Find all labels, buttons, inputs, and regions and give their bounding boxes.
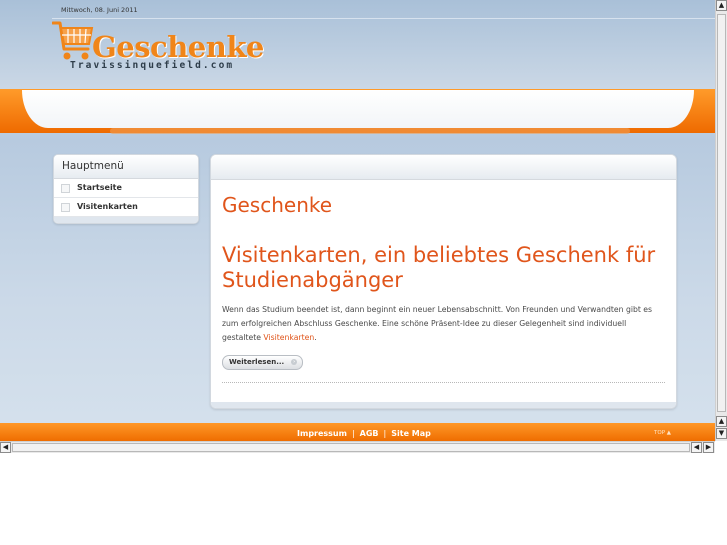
shopping-cart-icon[interactable] bbox=[52, 19, 96, 63]
article-body: Wenn das Studium beendet ist, dann begin… bbox=[222, 303, 667, 345]
read-more-button[interactable]: Weiterlesen... › bbox=[222, 355, 304, 370]
read-more-label: Weiterlesen... bbox=[229, 358, 285, 366]
footer-nav: Impressum | AGB | Site Map bbox=[297, 429, 431, 438]
footer-link-sitemap[interactable]: Site Map bbox=[391, 429, 431, 438]
article-text-end: . bbox=[314, 333, 317, 342]
main-menu: Hauptmenü Startseite Visitenkarten bbox=[53, 154, 199, 224]
visitenkarten-link[interactable]: Visitenkarten bbox=[263, 333, 314, 342]
arrow-right-icon: › bbox=[291, 359, 298, 365]
footer-link-agb[interactable]: AGB bbox=[360, 429, 379, 438]
scroll-up-icon[interactable]: ▲ bbox=[716, 416, 727, 427]
menu-bullet-icon bbox=[61, 203, 70, 212]
content-panel: Geschenke Visitenkarten, ein beliebtes G… bbox=[210, 154, 677, 409]
footer-link-impressum[interactable]: Impressum bbox=[297, 429, 347, 438]
scroll-left-icon[interactable]: ◀ bbox=[691, 442, 702, 453]
scroll-right-icon[interactable]: ▶ bbox=[703, 442, 714, 453]
vertical-scroll-thumb[interactable] bbox=[717, 14, 726, 412]
article-title[interactable]: Visitenkarten, ein beliebtes Geschenk fü… bbox=[222, 243, 662, 293]
scroll-up-icon[interactable]: ▲ bbox=[716, 0, 727, 11]
logo-title[interactable]: Geschenke bbox=[92, 30, 264, 64]
menu-item-startseite[interactable]: Startseite bbox=[54, 179, 198, 198]
menu-item-label: Visitenkarten bbox=[77, 202, 138, 211]
page-viewport: Mittwoch, 08. Juni 2011 Geschenke Travis… bbox=[0, 0, 715, 441]
horizontal-scroll-thumb[interactable] bbox=[12, 443, 690, 452]
menu-item-label: Startseite bbox=[77, 183, 122, 192]
menu-footer bbox=[54, 217, 198, 223]
panel-header bbox=[211, 155, 676, 180]
footer-separator: | bbox=[383, 429, 387, 438]
horizontal-scrollbar[interactable]: ◀ ◀ ▶ bbox=[0, 441, 715, 453]
scroll-down-icon[interactable]: ▼ bbox=[716, 428, 727, 439]
menu-bullet-icon bbox=[61, 184, 70, 193]
footer-separator: | bbox=[351, 429, 355, 438]
menu-title: Hauptmenü bbox=[54, 155, 198, 179]
site-heading: Geschenke bbox=[222, 193, 333, 217]
current-date: Mittwoch, 08. Juni 2011 bbox=[61, 6, 138, 14]
menu-item-visitenkarten[interactable]: Visitenkarten bbox=[54, 198, 198, 217]
article-divider bbox=[222, 382, 665, 383]
back-to-top-link[interactable]: TOP ▲ bbox=[654, 430, 671, 436]
vertical-scrollbar[interactable]: ▲ ▲ ▼ bbox=[715, 0, 727, 441]
header-band-inner bbox=[22, 90, 694, 128]
panel-footer bbox=[211, 402, 676, 408]
scroll-left-icon[interactable]: ◀ bbox=[0, 442, 11, 453]
header-band-shadow bbox=[110, 128, 630, 134]
header-divider bbox=[52, 18, 715, 19]
logo-subtitle: Travissinquefield.com bbox=[70, 60, 235, 71]
